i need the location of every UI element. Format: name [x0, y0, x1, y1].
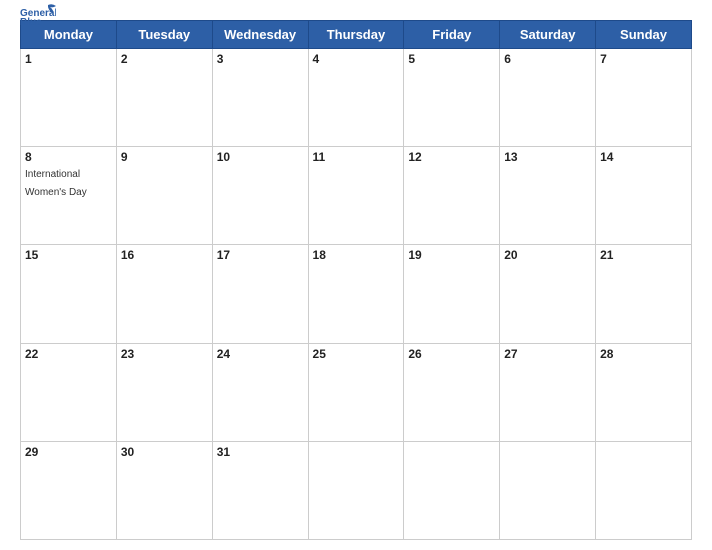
day-number: 13: [504, 150, 591, 164]
calendar-day-cell: 26: [404, 343, 500, 441]
calendar-day-cell: 1: [21, 49, 117, 147]
calendar-day-cell: 10: [212, 147, 308, 245]
weekday-header-friday: Friday: [404, 21, 500, 49]
calendar-day-cell: 5: [404, 49, 500, 147]
day-number: 3: [217, 52, 304, 66]
weekday-header-thursday: Thursday: [308, 21, 404, 49]
calendar-day-cell: 6: [500, 49, 596, 147]
day-number: 31: [217, 445, 304, 459]
day-number: 1: [25, 52, 112, 66]
day-number: 21: [600, 248, 687, 262]
calendar-day-cell: 23: [116, 343, 212, 441]
calendar-day-cell: 25: [308, 343, 404, 441]
calendar-day-cell: 7: [596, 49, 692, 147]
calendar-table: MondayTuesdayWednesdayThursdayFridaySatu…: [20, 20, 692, 540]
calendar-day-cell: [596, 441, 692, 539]
calendar-day-cell: 13: [500, 147, 596, 245]
weekday-header-saturday: Saturday: [500, 21, 596, 49]
calendar-week-row: 1234567: [21, 49, 692, 147]
day-number: 19: [408, 248, 495, 262]
day-number: 25: [313, 347, 400, 361]
calendar-header-row: MondayTuesdayWednesdayThursdayFridaySatu…: [21, 21, 692, 49]
day-number: 28: [600, 347, 687, 361]
svg-text:Blue: Blue: [20, 17, 42, 25]
calendar-day-cell: 19: [404, 245, 500, 343]
day-number: 9: [121, 150, 208, 164]
day-number: 11: [313, 150, 400, 164]
calendar-day-cell: 31: [212, 441, 308, 539]
weekday-header-wednesday: Wednesday: [212, 21, 308, 49]
calendar-week-row: 15 16 17 18 19 20 21: [21, 245, 692, 343]
day-number: 17: [217, 248, 304, 262]
day-number: 22: [25, 347, 112, 361]
calendar-day-cell: [404, 441, 500, 539]
day-number: 29: [25, 445, 112, 459]
weekday-header-tuesday: Tuesday: [116, 21, 212, 49]
calendar-week-row: 8 International Women's Day 9 10 11 12 13 14: [21, 147, 692, 245]
calendar-day-cell: 17: [212, 245, 308, 343]
calendar-day-cell: [500, 441, 596, 539]
logo: General Blue: [20, 3, 56, 25]
day-number: 4: [313, 52, 400, 66]
calendar-day-cell: 15: [21, 245, 117, 343]
day-number: 20: [504, 248, 591, 262]
calendar-week-row: 29 30 31: [21, 441, 692, 539]
day-number: 15: [25, 248, 112, 262]
calendar-day-cell: 11: [308, 147, 404, 245]
calendar-day-cell: 21: [596, 245, 692, 343]
calendar-day-cell: 30: [116, 441, 212, 539]
calendar-day-cell: [308, 441, 404, 539]
calendar-week-row: 22 23 24 25 26 27 28: [21, 343, 692, 441]
day-number: 16: [121, 248, 208, 262]
day-number: 23: [121, 347, 208, 361]
day-number: 30: [121, 445, 208, 459]
calendar-day-cell: 22: [21, 343, 117, 441]
calendar-day-cell: 29: [21, 441, 117, 539]
day-number: 5: [408, 52, 495, 66]
logo-icon: General Blue: [20, 3, 56, 25]
calendar-day-cell: 8 International Women's Day: [21, 147, 117, 245]
day-number: 7: [600, 52, 687, 66]
event-label: International Women's Day: [25, 169, 87, 198]
day-number: 10: [217, 150, 304, 164]
calendar-day-cell: 27: [500, 343, 596, 441]
calendar-day-cell: 24: [212, 343, 308, 441]
day-number: 24: [217, 347, 304, 361]
calendar-day-cell: 3: [212, 49, 308, 147]
calendar-day-cell: 20: [500, 245, 596, 343]
calendar-day-cell: 9: [116, 147, 212, 245]
calendar-day-cell: 2: [116, 49, 212, 147]
day-number: 8: [25, 150, 112, 164]
day-number: 18: [313, 248, 400, 262]
calendar-day-cell: 18: [308, 245, 404, 343]
calendar-day-cell: 16: [116, 245, 212, 343]
calendar-day-cell: 28: [596, 343, 692, 441]
calendar-day-cell: 12: [404, 147, 500, 245]
day-number: 6: [504, 52, 591, 66]
day-number: 2: [121, 52, 208, 66]
calendar-day-cell: 14: [596, 147, 692, 245]
day-number: 26: [408, 347, 495, 361]
day-number: 14: [600, 150, 687, 164]
weekday-header-sunday: Sunday: [596, 21, 692, 49]
day-number: 12: [408, 150, 495, 164]
calendar-day-cell: 4: [308, 49, 404, 147]
day-number: 27: [504, 347, 591, 361]
